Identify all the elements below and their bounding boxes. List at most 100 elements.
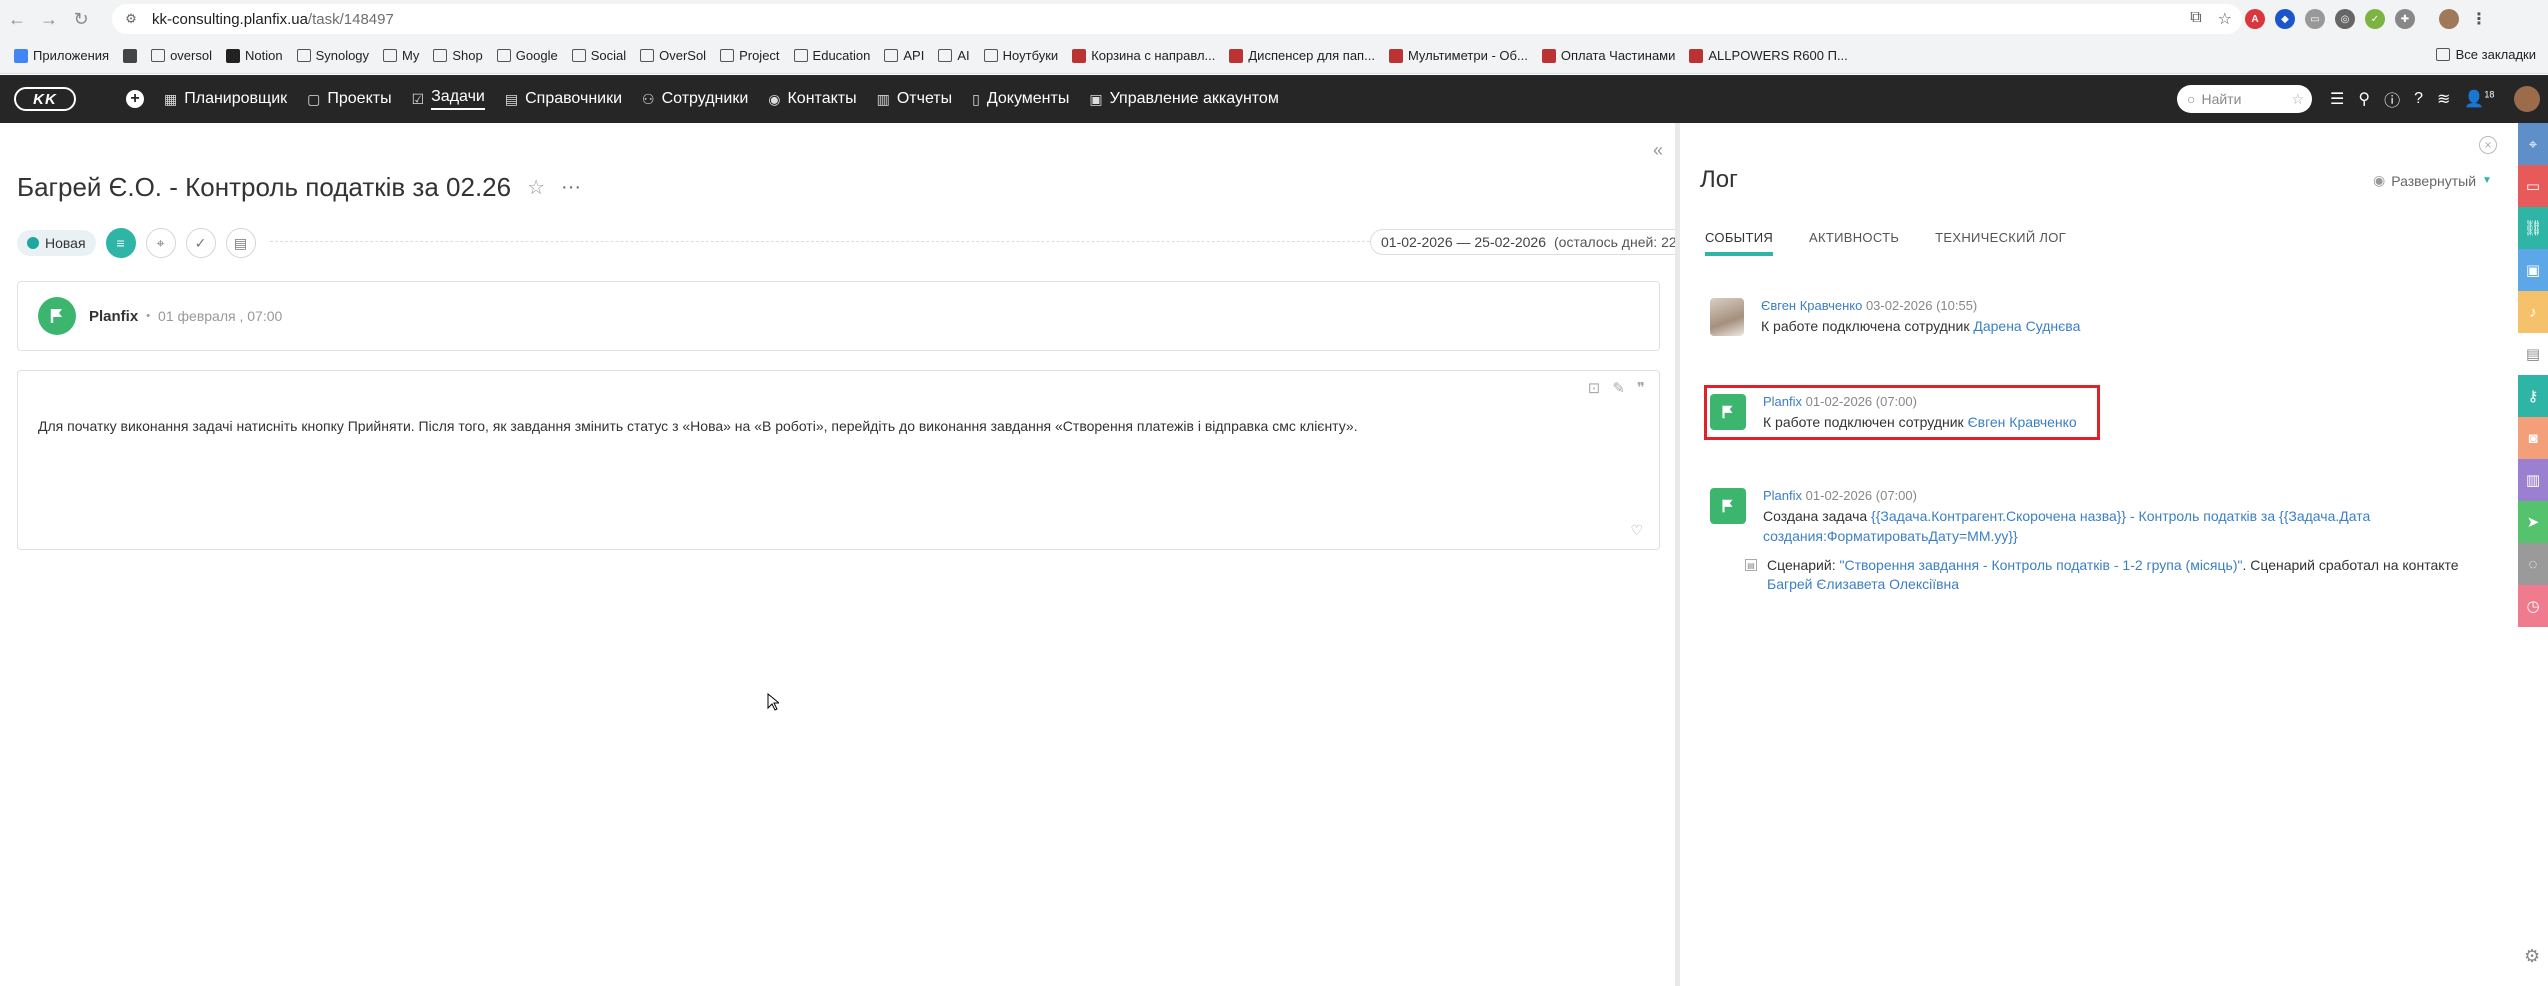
task-template-link[interactable]: {{Задача.Контрагент.Скорочена назва}} - … [1871, 508, 2370, 524]
chat-tool-icon[interactable]: ▭ [2518, 165, 2548, 207]
user-avatar[interactable] [2514, 86, 2541, 112]
assign-icon[interactable]: ⊡ [1588, 379, 1601, 397]
forward-icon[interactable]: → [34, 4, 64, 34]
tab-tech-log[interactable]: ТЕХНИЧЕСКИЙ ЛОГ [1935, 230, 2066, 256]
bookmark-item[interactable]: oversol [151, 48, 212, 63]
bookmark-item[interactable]: Synology [296, 48, 369, 63]
contact-link[interactable]: Багрей Єлизавета Олексіївна [1767, 576, 1959, 592]
link-tool-icon[interactable]: ⛓ [2518, 207, 2548, 249]
clipboard-tool-icon[interactable]: ▤ [2518, 333, 2548, 375]
install-app-icon[interactable]: ⧉ [2190, 9, 2201, 29]
folder-icon [720, 49, 735, 62]
quote-icon[interactable]: ❞ [1637, 379, 1645, 397]
bookmark-item[interactable]: AI [938, 48, 970, 63]
status-badge[interactable]: Новая [17, 230, 96, 256]
all-bookmarks[interactable]: Все закладки [2435, 47, 2536, 62]
close-icon[interactable]: × [2479, 136, 2497, 154]
site-info-icon[interactable]: ⚙ [122, 10, 140, 28]
star-icon[interactable]: ☆ [2291, 91, 2304, 108]
layers-icon[interactable]: ≋ [2437, 89, 2450, 109]
log-author-link[interactable]: Євген Кравченко [1761, 298, 1862, 313]
scenario-link[interactable]: "Створення завдання - Контроль податків … [1839, 557, 2242, 573]
view-mode-dropdown[interactable]: ◉ Развернутый ▼ [2373, 172, 2492, 189]
extension-icon[interactable]: ◎ [2335, 9, 2355, 29]
folder-icon [793, 49, 808, 62]
bookmark-item[interactable]: Project [720, 48, 780, 63]
bookmark-item[interactable]: Диспенсер для пап... [1229, 48, 1375, 63]
bookmark-item[interactable]: Ноутбуки [983, 48, 1058, 63]
bookmark-item[interactable]: My [383, 48, 419, 63]
author-name[interactable]: Planfix [89, 308, 138, 325]
info-icon[interactable]: ⓘ [2384, 87, 2400, 111]
settings-gear-icon[interactable]: ⚙ [2524, 946, 2540, 967]
bookmark-item[interactable]: Корзина с направл... [1072, 48, 1215, 63]
bookmark-item[interactable]: Мультиметри - Об... [1388, 48, 1528, 63]
bookmark-item[interactable]: Education [793, 48, 870, 63]
task-dates[interactable]: 01-02-2026 — 25-02-2026 (осталось дней: 2… [1370, 229, 1693, 255]
nav-item[interactable]: ▤ Справочники [505, 86, 622, 112]
send-tool-icon[interactable]: ➤ [2518, 501, 2548, 543]
puzzle-icon[interactable]: ✚ [2395, 9, 2415, 29]
collapse-icon[interactable]: « [1653, 140, 1663, 161]
bookmark-item[interactable]: Оплата Частинами [1541, 48, 1675, 63]
user-photo[interactable] [1710, 298, 1744, 336]
nav-item[interactable]: ▢ Проекты [307, 86, 391, 112]
checklist-icon[interactable]: ✓ [185, 228, 216, 258]
bookmark-item[interactable]: Notion [225, 48, 283, 63]
comment-icon[interactable]: ▤ [225, 228, 256, 258]
bookmark-item[interactable]: ALLPOWERS R600 П... [1689, 48, 1848, 63]
nav-item[interactable]: ▥ Отчеты [877, 86, 953, 112]
company-logo[interactable]: KK [14, 87, 76, 111]
clock-tool-icon[interactable]: ◷ [2518, 585, 2548, 627]
more-icon[interactable]: ⋮ [2469, 9, 2489, 29]
menu-icon[interactable]: ☰ [2330, 89, 2344, 109]
favorite-star-icon[interactable]: ☆ [527, 175, 545, 200]
log-author-link[interactable]: Planfix [1763, 488, 1802, 503]
bookmark-item[interactable]: OverSol [640, 48, 706, 63]
address-bar[interactable]: ⚙ kk-consulting.planfix.ua/task/148497 ⧉… [112, 4, 2242, 34]
extension-icon[interactable]: ▭ [2305, 9, 2325, 29]
user-tool-icon[interactable]: ◙ [2518, 417, 2548, 459]
analytics-tool-icon[interactable]: ▥ [2518, 459, 2548, 501]
nav-item[interactable]: ☑ Задачи [412, 84, 485, 114]
task-template-link-cont[interactable]: создания:ФорматироватьДату=ММ.уу}} [1763, 528, 2018, 544]
extension-icon[interactable]: ✓ [2365, 9, 2385, 29]
files-tool-icon[interactable]: ▣ [2518, 249, 2548, 291]
history-tool-icon[interactable]: ◌ [2518, 543, 2548, 585]
user-notifications-icon[interactable]: 👤18 [2464, 89, 2494, 109]
bookmark-item[interactable]: Shop [433, 48, 483, 63]
abp-extension-icon[interactable]: A [2245, 9, 2265, 29]
like-icon[interactable]: ♡ [1630, 522, 1643, 539]
pin-tool-icon[interactable]: ⌖ [2518, 123, 2548, 165]
back-icon[interactable]: ← [2, 4, 32, 34]
shield-extension-icon[interactable]: ◆ [2275, 9, 2295, 29]
project-icon[interactable]: ⌖ [145, 228, 176, 258]
pin-icon[interactable]: ⚲ [2358, 89, 2370, 109]
bookmark-item[interactable]: Social [571, 48, 626, 63]
nav-item[interactable]: ⚇ Сотрудники [642, 86, 748, 112]
folder-icon [151, 49, 166, 62]
tab-activity[interactable]: АКТИВНОСТЬ [1809, 230, 1899, 256]
profile-avatar[interactable] [2439, 9, 2459, 29]
description-icon[interactable]: ≡ [105, 228, 136, 258]
help-icon[interactable]: ? [2414, 90, 2423, 108]
bookmark-item[interactable]: Google [496, 48, 558, 63]
bookmark-item[interactable]: API [884, 48, 924, 63]
employee-link[interactable]: Дарена Суднєва [1973, 318, 2080, 334]
reload-icon[interactable]: ↻ [66, 4, 96, 34]
bookmark-star-icon[interactable]: ☆ [2218, 9, 2232, 29]
nav-item[interactable]: ▦ Планировщик [164, 86, 287, 112]
add-icon[interactable]: + [126, 90, 144, 108]
key-tool-icon[interactable]: ⚷ [2518, 375, 2548, 417]
more-options-icon[interactable]: ··· [561, 176, 581, 199]
edit-icon[interactable]: ✎ [1612, 379, 1625, 397]
nav-item[interactable]: ▯ Документы [972, 86, 1069, 112]
search-input[interactable]: ○ Найти ☆ [2177, 85, 2312, 113]
bell-tool-icon[interactable]: ♪ [2518, 291, 2548, 333]
tab-events[interactable]: СОБЫТИЯ [1705, 230, 1774, 256]
bookmark-item[interactable]: Приложения [14, 48, 109, 63]
url-text[interactable]: kk-consulting.planfix.ua/task/148497 [152, 11, 394, 28]
bookmark-item[interactable] [123, 48, 138, 63]
nav-item[interactable]: ◉ Контакты [768, 86, 856, 112]
nav-item[interactable]: ▣ Управление аккаунтом [1089, 86, 1278, 112]
